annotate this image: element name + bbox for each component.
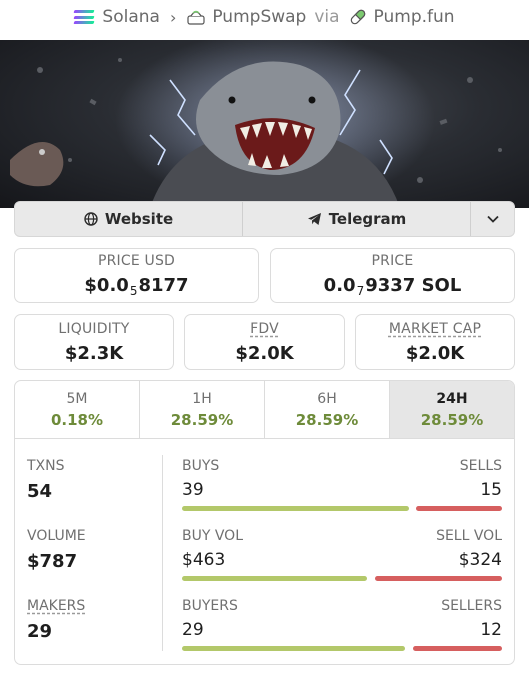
social-links-bar: Website Telegram (14, 201, 515, 237)
fdv-card: FDV $2.0K (184, 314, 345, 370)
txns-label: TXNS (27, 458, 65, 474)
fdv-value: $2.0K (235, 342, 294, 364)
buys-label: BUYS (182, 458, 220, 474)
more-links-dropdown[interactable] (471, 202, 514, 236)
buys-sells-split: BUYS SELLS 39 15 (182, 458, 502, 511)
pumpswap-icon (187, 10, 205, 25)
sell-vol-bar-fill (374, 576, 502, 581)
tab-1h-label: 1H (192, 390, 212, 407)
period-tabs: 5M 0.18% 1H 28.59% 6H 28.59% 24H 28.59% (15, 381, 514, 439)
trading-stats-panel: 5M 0.18% 1H 28.59% 6H 28.59% 24H 28.59% … (14, 380, 515, 665)
buy-sell-volume-split: BUY VOL SELL VOL $463 $324 (182, 528, 502, 581)
makers-value: 29 (27, 621, 53, 642)
tab-6h-change: 28.59% (295, 410, 359, 429)
liquidity-value: $2.3K (64, 342, 124, 364)
tab-24h[interactable]: 24H 28.59% (390, 381, 514, 438)
buys-sells-bar (182, 506, 502, 511)
price-native-value: 0.079337 SOL (323, 275, 462, 298)
sell-vol-value: $324 (458, 550, 502, 570)
txns-value: 54 (27, 481, 53, 502)
price-usd-card: PRICE USD $0.058177 (14, 248, 259, 303)
liquidity-card: LIQUIDITY $2.3K (14, 314, 174, 370)
price-native-label: PRICE (371, 253, 414, 269)
buyers-sellers-bar (182, 646, 502, 651)
breadcrumb-launchpad[interactable]: Pump.fun (374, 7, 455, 27)
tab-5m-change: 0.18% (50, 410, 104, 429)
sells-bar-fill (416, 506, 502, 511)
sellers-label: SELLERS (441, 598, 502, 614)
chevron-down-icon (486, 215, 499, 223)
buys-value: 39 (182, 480, 204, 500)
telegram-icon (307, 213, 321, 225)
fdv-label[interactable]: FDV (250, 321, 279, 337)
txns-metric: TXNS 54 (27, 458, 65, 502)
market-cap-value: $2.0K (405, 342, 465, 364)
sells-value: 15 (480, 480, 502, 500)
buy-vol-bar-fill (182, 576, 367, 581)
price-usd-label: PRICE USD (97, 253, 176, 269)
tab-24h-change: 28.59% (420, 410, 484, 429)
makers-metric: MAKERS 29 (27, 598, 85, 642)
volume-value: $787 (27, 551, 78, 572)
shark-illustration (10, 40, 502, 208)
buys-bar-fill (182, 506, 409, 511)
liquidity-label: LIQUIDITY (58, 320, 130, 337)
breadcrumb-dex[interactable]: PumpSwap (212, 7, 306, 27)
sells-label: SELLS (459, 458, 502, 474)
breadcrumb: Solana › PumpSwap via Pump.fun (0, 0, 529, 34)
solana-icon (73, 10, 95, 24)
chevron-right-icon: › (169, 7, 177, 27)
telegram-button[interactable]: Telegram (243, 202, 471, 236)
volume-bar (182, 576, 502, 581)
sell-vol-label: SELL VOL (436, 528, 502, 544)
tab-1h-change: 28.59% (170, 410, 234, 429)
tab-5m[interactable]: 5M 0.18% (15, 381, 140, 438)
tab-6h[interactable]: 6H 28.59% (265, 381, 390, 438)
buy-vol-value: $463 (182, 550, 226, 570)
tab-6h-label: 6H (317, 390, 337, 407)
buyers-label: BUYERS (182, 598, 238, 614)
price-usd-value: $0.058177 (84, 275, 189, 298)
website-label: Website (104, 210, 174, 228)
tab-24h-label: 24H (436, 390, 468, 407)
stats-divider (162, 455, 163, 651)
buy-vol-label: BUY VOL (182, 528, 244, 544)
market-cap-label[interactable]: MARKET CAP (389, 321, 481, 337)
price-native-card: PRICE 0.079337 SOL (270, 248, 515, 303)
tab-1h[interactable]: 1H 28.59% (140, 381, 265, 438)
volume-label: VOLUME (27, 528, 86, 544)
makers-label[interactable]: MAKERS (27, 598, 85, 614)
breadcrumb-chain[interactable]: Solana (102, 7, 160, 27)
breadcrumb-via: via (314, 7, 340, 27)
sellers-value: 12 (480, 620, 502, 640)
sellers-bar-fill (413, 646, 502, 651)
buyers-value: 29 (182, 620, 204, 640)
telegram-label: Telegram (328, 210, 407, 228)
pill-icon (350, 9, 365, 25)
buyers-bar-fill (182, 646, 406, 651)
volume-metric: VOLUME $787 (27, 528, 86, 572)
website-button[interactable]: Website (15, 202, 243, 236)
buyers-sellers-split: BUYERS SELLERS 29 12 (182, 598, 502, 651)
token-banner-image (0, 40, 529, 208)
market-cap-card: MARKET CAP $2.0K (355, 314, 515, 370)
globe-icon (84, 212, 98, 226)
tab-5m-label: 5M (66, 390, 88, 407)
